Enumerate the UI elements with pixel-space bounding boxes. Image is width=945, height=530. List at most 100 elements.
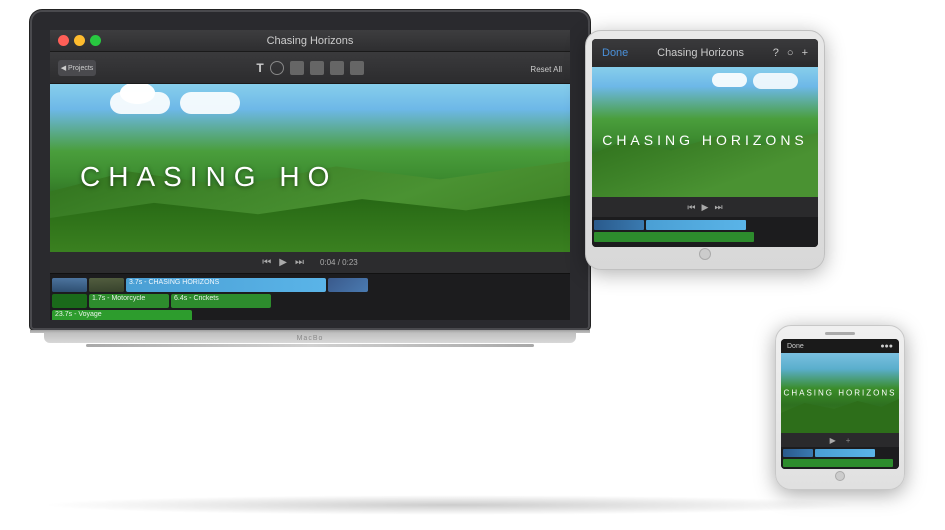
ipad-tl-tracks (592, 217, 818, 247)
ipad-done-button[interactable]: Done (602, 47, 628, 59)
ipad-preview-title: CHASING HORIZONS (592, 132, 818, 148)
iphone-hill (781, 393, 899, 433)
audio-clip-3[interactable]: 23.7s - Voyage (52, 310, 192, 320)
iphone-preview-title: CHASING HORIZONS (781, 389, 899, 398)
macbook-screen: Chasing Horizons ◀ Projects T (50, 30, 570, 320)
ipad-share-button[interactable]: ○ (787, 47, 794, 59)
audio-track-2-row: 23.7s - Voyage (52, 310, 568, 320)
ipad-play-btn[interactable]: ▶ (702, 202, 709, 213)
iphone-speaker (825, 332, 855, 335)
macbook-stand: MacBo (44, 333, 576, 343)
iphone-home-button[interactable] (781, 469, 899, 483)
clouds (110, 92, 240, 114)
imovie-timeline: ⏮ ▶ ⏭ 0:04 / 0:23 (50, 252, 570, 320)
iphone-status-bar: Done ●●● (781, 339, 899, 353)
filter-tool-icon[interactable] (310, 61, 324, 75)
play-button[interactable]: ▶ (279, 257, 287, 268)
center-toolbar: T (256, 61, 363, 75)
ipad-cloud-1 (712, 73, 747, 87)
timeline-tracks: 3.7s - CHASING HORIZONS 1.7s - Motorcycl… (50, 274, 570, 320)
audio-clip-3-label: 23.7s - Voyage (55, 311, 102, 318)
ipad-screen: Done Chasing Horizons ? ○ + (592, 39, 818, 247)
ipad-home-button[interactable] (592, 247, 818, 261)
iphone-home-circle (835, 471, 845, 481)
iphone-screen: Done ●●● CHASING HORIZONS ▶ + (781, 339, 899, 469)
iphone-video-clip-main[interactable] (815, 449, 875, 457)
main-scene: Chasing Horizons ◀ Projects T (0, 0, 945, 530)
macbook-device: Chasing Horizons ◀ Projects T (30, 10, 590, 347)
timecode: 0:04 / 0:23 (320, 258, 358, 267)
spacer-clip (52, 294, 87, 308)
iphone-outer: Done ●●● CHASING HORIZONS ▶ + (775, 325, 905, 490)
iphone-timeline: ▶ + (781, 433, 899, 469)
ipad-audio-track (594, 232, 816, 242)
ipad-app-bar: Done Chasing Horizons ? ○ + (592, 39, 818, 67)
projects-label: ◀ Projects (61, 64, 94, 72)
iphone-audio-track (783, 459, 897, 467)
close-button[interactable] (58, 35, 69, 46)
imovie-titlebar: Chasing Horizons (50, 30, 570, 52)
video-clip-2[interactable] (89, 278, 124, 292)
audio-clip-1[interactable]: 1.7s - Motorcycle (89, 294, 169, 308)
rewind-button[interactable]: ⏮ (262, 257, 271, 268)
speed-tool-icon[interactable] (330, 61, 344, 75)
clip-main-label: 3.7s - CHASING HORIZONS (129, 279, 219, 286)
preview-title: CHASING HO (50, 161, 570, 193)
iphone-tl-tracks (781, 447, 899, 469)
timeline-controls: ⏮ ▶ ⏭ 0:04 / 0:23 (50, 252, 570, 274)
ipad-home-circle (699, 248, 711, 260)
audio-track-1-row: 1.7s - Motorcycle 6.4s - Crickets (52, 294, 568, 308)
ipad-preview: CHASING HORIZONS (592, 67, 818, 197)
forward-button[interactable]: ⏭ (295, 257, 304, 268)
clip-thumbnail-1 (52, 278, 87, 292)
video-clip-3[interactable] (328, 278, 368, 292)
ipad-device: Done Chasing Horizons ? ○ + (585, 30, 825, 270)
cloud-2 (180, 92, 240, 114)
left-toolbar: ◀ Projects (58, 60, 96, 76)
projects-button[interactable]: ◀ Projects (58, 60, 96, 76)
crop-tool-icon[interactable] (290, 61, 304, 75)
video-clip-1[interactable] (52, 278, 87, 292)
iphone-done-label[interactable]: Done (787, 343, 804, 350)
macbook-brand-label: MacBo (44, 333, 576, 342)
iphone-add-btn[interactable]: + (846, 436, 851, 445)
iphone-play-btn[interactable]: ▶ (830, 436, 836, 445)
audio-clip-2[interactable]: 6.4s - Crickets (171, 294, 271, 308)
ipad-video-clip-main[interactable] (646, 220, 746, 230)
ipad-video-clip-1[interactable] (594, 220, 644, 230)
audio-clip-2-label: 6.4s - Crickets (174, 295, 219, 302)
titlebar-buttons (58, 35, 101, 46)
right-toolbar: Reset All (530, 59, 562, 77)
ipad-video-track (594, 220, 816, 230)
ipad-rewind-btn[interactable]: ⏮ (687, 202, 695, 213)
ipad-title: Chasing Horizons (657, 47, 744, 59)
window-title: Chasing Horizons (267, 35, 354, 47)
iphone-audio-clip[interactable] (783, 459, 893, 467)
device-shadow (40, 495, 865, 515)
ipad-help-button[interactable]: ? (773, 47, 779, 59)
ipad-tl-controls: ⏮ ▶ ⏭ (592, 197, 818, 217)
ipad-add-button[interactable]: + (802, 47, 808, 59)
macbook-foot (86, 344, 534, 347)
audio-clip-1-label: 1.7s - Motorcycle (92, 295, 145, 302)
iphone-tl-controls: ▶ + (781, 433, 899, 447)
imovie-toolbar: ◀ Projects T Reset All (50, 52, 570, 84)
video-clip-main[interactable]: 3.7s - CHASING HORIZONS (126, 278, 326, 292)
reset-all-button[interactable]: Reset All (530, 65, 562, 74)
imovie-preview: CHASING HO (50, 84, 570, 252)
ipad-audio-clip[interactable] (594, 232, 754, 242)
maximize-button[interactable] (90, 35, 101, 46)
ipad-cloud-2 (753, 73, 798, 89)
ipad-actions: ? ○ + (773, 47, 808, 59)
ipad-forward-btn[interactable]: ⏭ (714, 202, 722, 213)
color-tool-icon[interactable] (270, 61, 284, 75)
minimize-button[interactable] (74, 35, 85, 46)
ipad-timeline: ⏮ ▶ ⏭ (592, 197, 818, 247)
iphone-device: Done ●●● CHASING HORIZONS ▶ + (775, 325, 905, 490)
audio-tool-icon[interactable] (350, 61, 364, 75)
iphone-video-clip-1[interactable] (783, 449, 813, 457)
iphone-status-icons: ●●● (880, 343, 893, 350)
video-track-row: 3.7s - CHASING HORIZONS (52, 278, 568, 292)
text-tool-icon[interactable]: T (256, 61, 263, 75)
macbook-screen-outer: Chasing Horizons ◀ Projects T (30, 10, 590, 330)
